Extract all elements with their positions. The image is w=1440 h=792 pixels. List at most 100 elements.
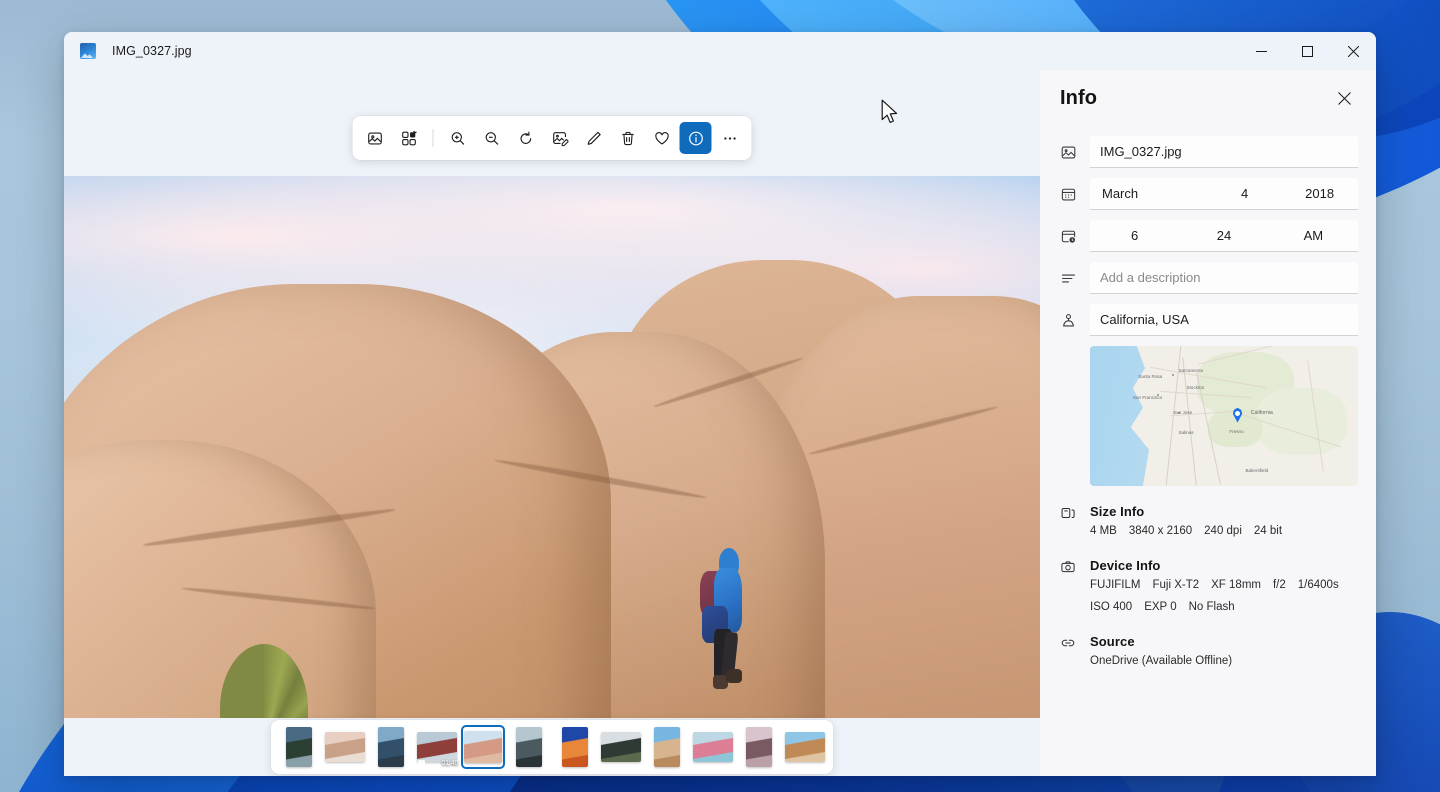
clock-icon bbox=[1054, 228, 1082, 245]
window-title: IMG_0327.jpg bbox=[112, 44, 192, 58]
location-field-row: California, USA bbox=[1054, 304, 1358, 336]
favorite-heart-icon[interactable] bbox=[646, 122, 678, 154]
photo-viewer: 01:46 bbox=[64, 70, 1040, 776]
size-info-body: Size Info 4 MB 3840 x 2160 240 dpi 24 bi… bbox=[1090, 504, 1358, 540]
photos-app-window: IMG_0327.jpg 01:46 Info IMG_0327.jpg Mar… bbox=[64, 32, 1376, 776]
filmstrip-thumbnail[interactable] bbox=[737, 725, 781, 769]
date-input-group[interactable]: March 4 2018 bbox=[1090, 178, 1358, 210]
source-value: OneDrive (Available Offline) bbox=[1090, 654, 1233, 667]
filename-input[interactable]: IMG_0327.jpg bbox=[1090, 136, 1358, 168]
map-road bbox=[1182, 357, 1198, 486]
description-field-row: Add a description bbox=[1054, 262, 1358, 294]
info-panel-title: Info bbox=[1060, 86, 1098, 109]
filmstrip-thumbnail[interactable] bbox=[645, 725, 689, 769]
map-pin-label: California bbox=[1250, 410, 1273, 417]
filmstrip-thumbnail[interactable] bbox=[277, 725, 321, 769]
device-info-title: Device Info bbox=[1090, 558, 1161, 574]
device-info-line-2: ISO 400 EXP 0 No Flash bbox=[1090, 599, 1358, 616]
size-info-values: 4 MB 3840 x 2160 240 dpi 24 bit bbox=[1090, 523, 1358, 540]
time-field-row: 6 24 AM bbox=[1054, 220, 1358, 252]
slideshow-icon[interactable] bbox=[359, 122, 391, 154]
date-day-field[interactable]: 4 bbox=[1208, 178, 1281, 209]
source-body: Source OneDrive (Available Offline) bbox=[1090, 634, 1358, 670]
window-controls bbox=[1238, 32, 1376, 70]
size-info-dpi: 240 dpi bbox=[1204, 525, 1242, 537]
date-year-field[interactable]: 2018 bbox=[1281, 178, 1358, 209]
minimize-button[interactable] bbox=[1238, 32, 1284, 70]
filmstrip-thumbnail[interactable]: 01:46 bbox=[415, 725, 459, 769]
hiker-boot bbox=[725, 668, 743, 684]
date-month-field[interactable]: March bbox=[1090, 178, 1208, 209]
photo-canvas[interactable] bbox=[64, 176, 1040, 776]
time-hour-field[interactable]: 6 bbox=[1090, 220, 1179, 251]
window-body: 01:46 Info IMG_0327.jpg March 4 2018 6 2… bbox=[64, 70, 1376, 776]
source-title: Source bbox=[1090, 633, 1135, 649]
close-button[interactable] bbox=[1330, 32, 1376, 70]
calendar-icon bbox=[1054, 186, 1082, 203]
filmstrip-thumbnail[interactable] bbox=[323, 725, 367, 769]
image-icon bbox=[1054, 144, 1082, 161]
maximize-button[interactable] bbox=[1284, 32, 1330, 70]
filmstrip-thumbnail[interactable] bbox=[783, 725, 827, 769]
description-icon bbox=[1054, 270, 1082, 287]
filmstrip-thumbnail[interactable] bbox=[461, 725, 505, 769]
time-meridiem-field[interactable]: AM bbox=[1269, 220, 1358, 251]
title-bar: IMG_0327.jpg bbox=[64, 32, 1376, 70]
photos-app-icon bbox=[80, 43, 96, 59]
thumbnail-image bbox=[785, 732, 825, 762]
filmstrip-thumbnail[interactable] bbox=[553, 725, 597, 769]
filmstrip-thumbnail[interactable] bbox=[691, 725, 735, 769]
device-info-line-1: FUJIFILM Fuji X-T2 XF 18mm f/2 1/6400s bbox=[1090, 577, 1358, 594]
location-map[interactable]: Santa Rosa Sacramento Stockton San Franc… bbox=[1090, 346, 1358, 486]
time-input-group[interactable]: 6 24 AM bbox=[1090, 220, 1358, 252]
map-city-label: Salinas bbox=[1178, 430, 1194, 435]
location-pin-icon bbox=[1054, 312, 1082, 329]
size-info-bitdepth: 24 bit bbox=[1253, 525, 1283, 537]
video-duration-badge: 01:46 bbox=[441, 760, 458, 767]
camera-icon bbox=[1054, 558, 1082, 616]
size-info-filesize: 4 MB bbox=[1090, 525, 1117, 537]
thumbnail-image bbox=[601, 732, 641, 762]
size-info-block: Size Info 4 MB 3840 x 2160 240 dpi 24 bi… bbox=[1054, 504, 1358, 540]
edit-pen-icon[interactable] bbox=[578, 122, 610, 154]
map-city-label: Stockton bbox=[1186, 385, 1205, 391]
device-flash: No Flash bbox=[1188, 600, 1235, 613]
filmstrip-bar: 01:46 bbox=[64, 718, 1040, 776]
filmstrip-thumbnail[interactable] bbox=[369, 725, 413, 769]
size-info-title: Size Info bbox=[1090, 504, 1145, 519]
info-panel-header: Info bbox=[1054, 70, 1358, 126]
close-info-panel-button[interactable] bbox=[1330, 84, 1358, 112]
map-city-label: San Francisco bbox=[1132, 395, 1163, 400]
size-info-dimensions: 3840 x 2160 bbox=[1128, 525, 1193, 537]
crop-icon[interactable] bbox=[544, 122, 576, 154]
device-shutter: 1/6400s bbox=[1297, 579, 1339, 592]
thumbnail-image bbox=[516, 727, 542, 767]
multi-select-icon[interactable] bbox=[393, 122, 425, 154]
thumbnail-image bbox=[378, 727, 404, 767]
filmstrip-thumbnail[interactable] bbox=[507, 725, 551, 769]
size-info-icon bbox=[1054, 504, 1082, 540]
link-icon bbox=[1054, 634, 1082, 670]
more-options-icon[interactable] bbox=[714, 122, 746, 154]
info-icon[interactable] bbox=[679, 122, 712, 154]
time-minute-field[interactable]: 24 bbox=[1179, 220, 1268, 251]
toolbar-separator bbox=[432, 129, 434, 147]
map-city-label: San Jose bbox=[1173, 410, 1193, 416]
description-input[interactable]: Add a description bbox=[1090, 262, 1358, 294]
info-panel: Info IMG_0327.jpg March 4 2018 6 24 AM A… bbox=[1040, 70, 1376, 776]
photo-toolbar bbox=[352, 116, 752, 160]
filmstrip-thumbnail[interactable] bbox=[599, 725, 643, 769]
zoom-in-icon[interactable] bbox=[442, 122, 474, 154]
source-block: Source OneDrive (Available Offline) bbox=[1054, 634, 1358, 670]
device-make: FUJIFILM bbox=[1090, 579, 1141, 592]
desktop: IMG_0327.jpg 01:46 Info IMG_0327.jpg Mar… bbox=[0, 0, 1440, 792]
device-info-body: Device Info FUJIFILM Fuji X-T2 XF 18mm f… bbox=[1090, 558, 1358, 616]
location-input[interactable]: California, USA bbox=[1090, 304, 1358, 336]
thumbnail-image bbox=[286, 727, 312, 767]
map-city-label: Santa Rosa bbox=[1138, 374, 1163, 379]
zoom-out-icon[interactable] bbox=[476, 122, 508, 154]
filmstrip[interactable]: 01:46 bbox=[271, 720, 833, 774]
rotate-icon[interactable] bbox=[510, 122, 542, 154]
date-field-row: March 4 2018 bbox=[1054, 178, 1358, 210]
delete-icon[interactable] bbox=[612, 122, 644, 154]
